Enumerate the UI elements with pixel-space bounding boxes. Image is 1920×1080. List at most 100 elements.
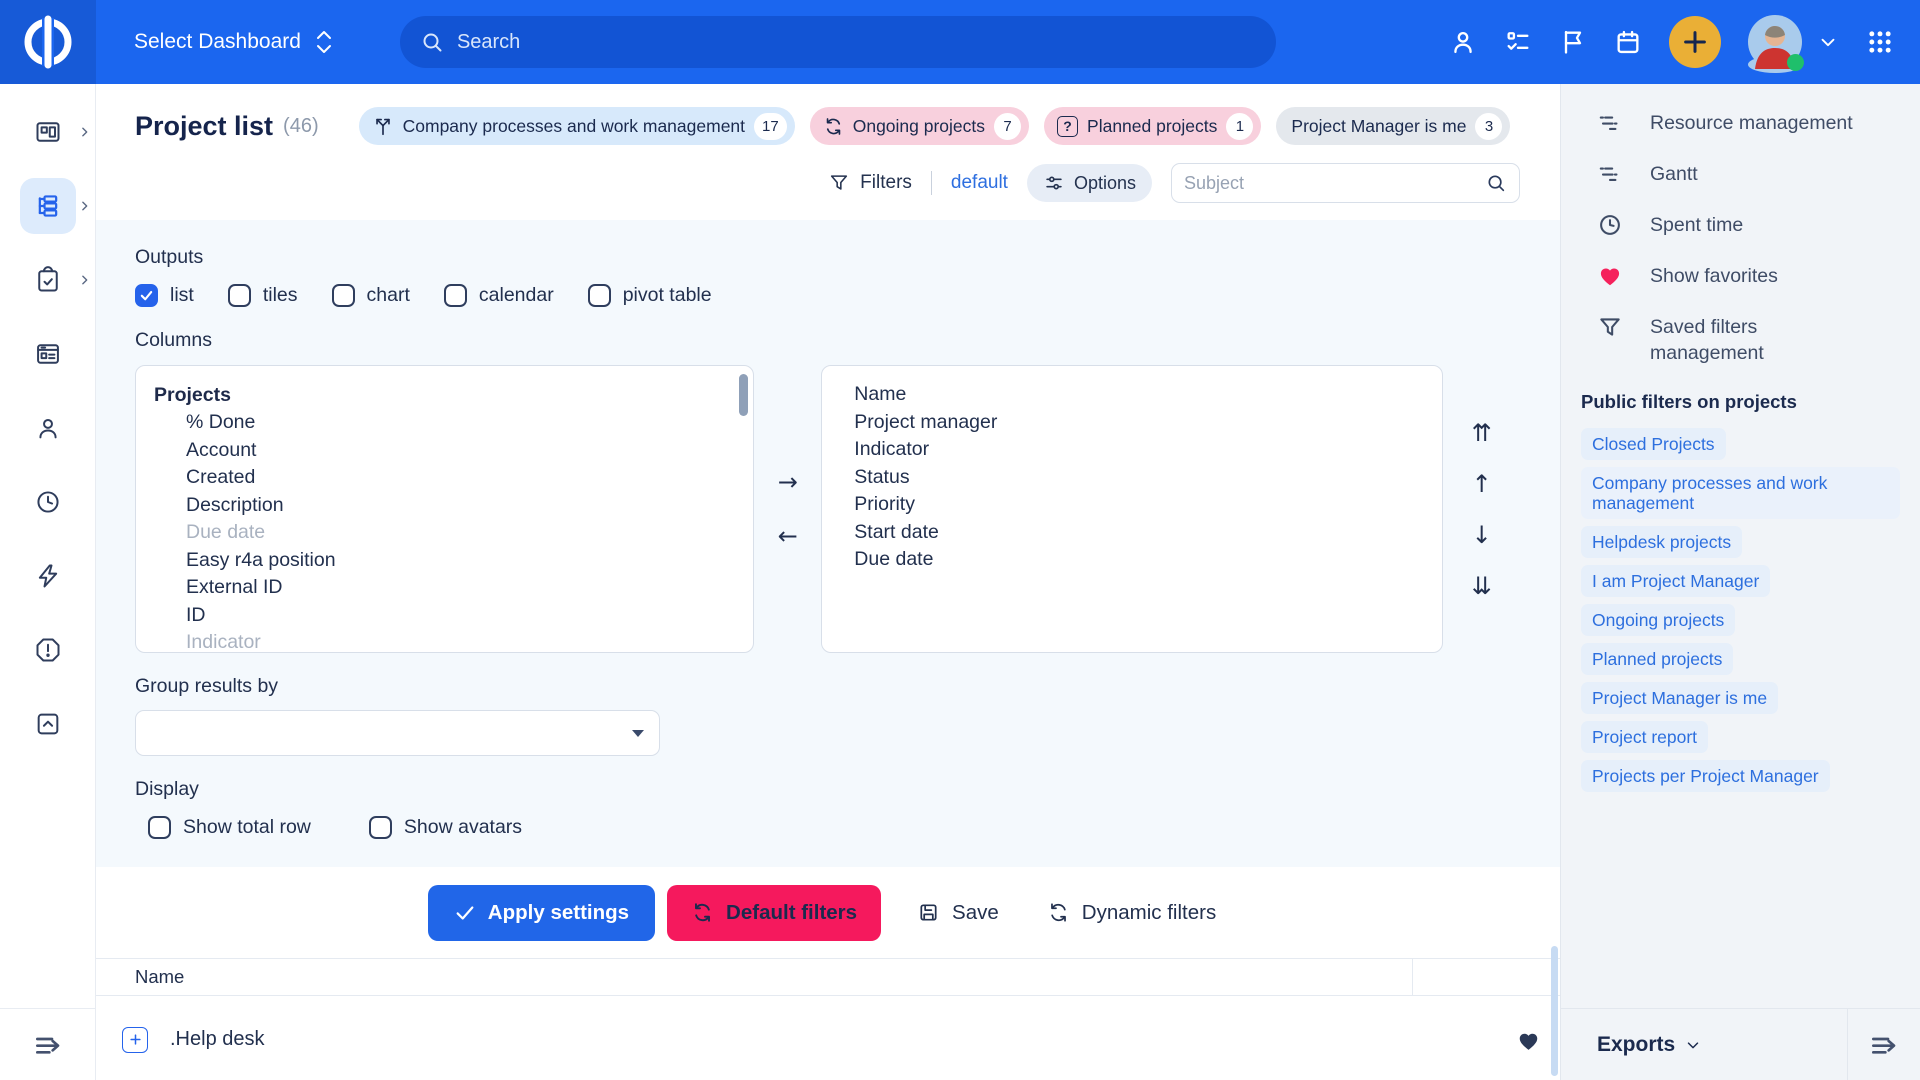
- public-filter-link[interactable]: Helpdesk projects: [1581, 526, 1742, 558]
- project-name-link[interactable]: .Help desk: [170, 1028, 265, 1051]
- sidebar-item-time[interactable]: [20, 474, 76, 530]
- sidebar-item-show-favorites[interactable]: Show favorites: [1597, 263, 1920, 289]
- global-search[interactable]: [400, 16, 1276, 68]
- expand-row-button[interactable]: [122, 1027, 148, 1053]
- output-option-list[interactable]: list: [135, 284, 194, 307]
- output-option-pivot-table[interactable]: pivot table: [588, 284, 712, 307]
- default-filter-link[interactable]: default: [951, 172, 1008, 194]
- move-down-button[interactable]: ↓: [1472, 523, 1492, 547]
- collapse-panel-icon[interactable]: [1868, 1029, 1900, 1061]
- sidebar-item-dashboards[interactable]: [20, 104, 76, 160]
- chevron-down-icon: [1684, 1036, 1702, 1054]
- task-list-icon[interactable]: [1504, 28, 1532, 56]
- vertical-scrollbar[interactable]: [1551, 946, 1558, 1076]
- filter-chip-company-processes[interactable]: Company processes and work management 17: [359, 107, 795, 145]
- public-filter-link[interactable]: Company processes and work management: [1581, 467, 1900, 519]
- dynamic-filters-button[interactable]: Dynamic filters: [1035, 885, 1228, 941]
- move-right-button[interactable]: →: [778, 470, 798, 494]
- subject-input[interactable]: [1184, 173, 1485, 194]
- chip-label: Ongoing projects: [853, 116, 985, 137]
- apply-settings-label: Apply settings: [488, 901, 629, 925]
- sidebar-item-tasks[interactable]: [20, 252, 76, 308]
- options-button[interactable]: Options: [1027, 164, 1152, 202]
- sidebar-item-projects[interactable]: [20, 178, 76, 234]
- save-button[interactable]: Save: [905, 885, 1011, 941]
- save-label: Save: [952, 901, 999, 925]
- user-icon[interactable]: [1449, 28, 1477, 56]
- add-button[interactable]: [1669, 16, 1721, 68]
- sidebar-item-label: Resource management: [1650, 110, 1853, 136]
- public-filter-link[interactable]: Projects per Project Manager: [1581, 760, 1830, 792]
- selected-column[interactable]: Due date: [840, 546, 1424, 574]
- display-option-total-row[interactable]: Show total row: [148, 816, 311, 839]
- refresh-icon: [823, 116, 844, 137]
- selected-column[interactable]: Indicator: [840, 436, 1424, 464]
- column-option[interactable]: Easy r4a position: [154, 547, 735, 575]
- move-up-button[interactable]: ↑: [1472, 472, 1492, 496]
- column-option[interactable]: Description: [154, 492, 735, 520]
- chip-label: Company processes and work management: [403, 116, 745, 137]
- move-bottom-button[interactable]: ⇊: [1472, 574, 1492, 598]
- sidebar-item-saved-filters[interactable]: Saved filters management: [1597, 314, 1920, 366]
- move-top-button[interactable]: ⇈: [1472, 421, 1492, 445]
- output-option-tiles[interactable]: tiles: [228, 284, 298, 307]
- favorite-heart-icon[interactable]: [1516, 1028, 1541, 1051]
- output-option-calendar[interactable]: calendar: [444, 284, 554, 307]
- search-icon[interactable]: [1485, 172, 1507, 194]
- selected-column[interactable]: Priority: [840, 491, 1424, 519]
- default-filters-button[interactable]: Default filters: [667, 885, 881, 941]
- column-option[interactable]: Account: [154, 437, 735, 465]
- public-filter-link[interactable]: Ongoing projects: [1581, 604, 1735, 636]
- search-input[interactable]: [457, 31, 1256, 54]
- column-option[interactable]: Created: [154, 464, 735, 492]
- apply-settings-button[interactable]: Apply settings: [428, 885, 655, 941]
- exports-dropdown[interactable]: Exports: [1597, 1033, 1702, 1057]
- account-chevron-down-icon[interactable]: [1817, 31, 1839, 53]
- selected-column[interactable]: Name: [840, 381, 1424, 409]
- dashboard-selector[interactable]: Select Dashboard: [134, 29, 334, 55]
- filters-toggle[interactable]: Filters: [828, 172, 912, 194]
- plus-icon: [128, 1032, 143, 1047]
- output-option-chart[interactable]: chart: [332, 284, 410, 307]
- apps-grid-icon[interactable]: [1866, 28, 1894, 56]
- sidebar-item-boards[interactable]: [20, 326, 76, 382]
- column-group-projects[interactable]: Projects: [154, 381, 735, 409]
- sidebar-item-alerts[interactable]: [20, 622, 76, 678]
- public-filter-link[interactable]: Project report: [1581, 721, 1708, 753]
- gantt-icon: [1597, 161, 1623, 187]
- filter-chip-pm-is-me[interactable]: Project Manager is me 3: [1276, 107, 1510, 145]
- plus-icon: [1680, 27, 1710, 57]
- expand-sidebar-icon[interactable]: [32, 1029, 64, 1061]
- selected-column[interactable]: Status: [840, 464, 1424, 492]
- sidebar-item-resource-management[interactable]: Resource management: [1597, 110, 1920, 136]
- sidebar-item-gantt[interactable]: Gantt: [1597, 161, 1920, 187]
- funnel-icon: [828, 172, 850, 194]
- column-header-name[interactable]: Name: [96, 966, 184, 988]
- public-filter-link[interactable]: Planned projects: [1581, 643, 1733, 675]
- move-left-button[interactable]: ←: [778, 524, 798, 548]
- sidebar-item-quick-actions[interactable]: [20, 548, 76, 604]
- public-filter-link[interactable]: Closed Projects: [1581, 428, 1726, 460]
- sidebar-item-updates[interactable]: [20, 696, 76, 752]
- sidebar-item-users[interactable]: [20, 400, 76, 456]
- display-option-avatars[interactable]: Show avatars: [369, 816, 522, 839]
- lightning-icon: [34, 562, 62, 590]
- user-avatar[interactable]: [1748, 15, 1802, 69]
- filter-chip-planned[interactable]: ? Planned projects 1: [1044, 107, 1261, 145]
- app-logo[interactable]: [0, 0, 96, 84]
- clock-icon: [1597, 212, 1623, 238]
- listbox-scrollbar[interactable]: [739, 374, 748, 416]
- selected-column[interactable]: Start date: [840, 519, 1424, 547]
- group-by-select[interactable]: [135, 710, 660, 756]
- public-filter-link[interactable]: Project Manager is me: [1581, 682, 1778, 714]
- public-filter-link[interactable]: I am Project Manager: [1581, 565, 1770, 597]
- column-option[interactable]: % Done: [154, 409, 735, 437]
- filter-chip-ongoing[interactable]: Ongoing projects 7: [810, 107, 1029, 145]
- column-option[interactable]: External ID: [154, 574, 735, 602]
- selected-column[interactable]: Project manager: [840, 409, 1424, 437]
- column-option[interactable]: ID: [154, 602, 735, 630]
- flag-icon[interactable]: [1559, 28, 1587, 56]
- calendar-icon[interactable]: [1614, 28, 1642, 56]
- sidebar-item-spent-time[interactable]: Spent time: [1597, 212, 1920, 238]
- available-columns-listbox: Projects % Done Account Created Descript…: [135, 365, 754, 653]
